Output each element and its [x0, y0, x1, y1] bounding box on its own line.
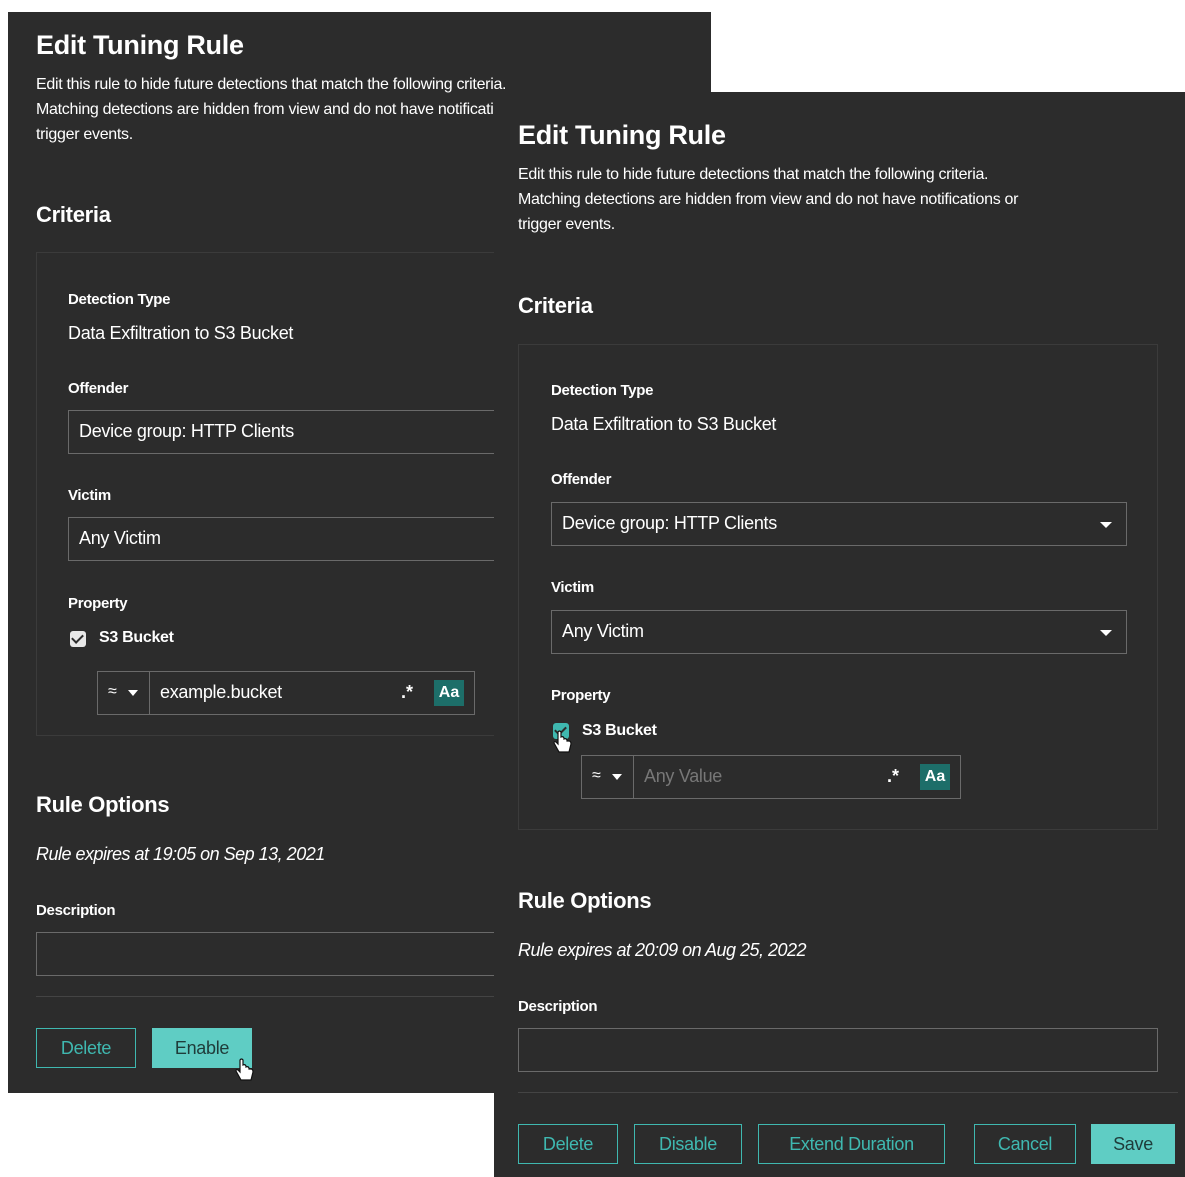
offender-label: Offender [68, 380, 129, 397]
dialog-title: Edit Tuning Rule [518, 120, 726, 150]
dialog-title: Edit Tuning Rule [36, 30, 244, 60]
description-line: Edit this rule to hide future detections… [518, 166, 989, 183]
detection-type-value: Data Exfiltration to S3 Bucket [68, 323, 294, 343]
s3-bucket-checkbox[interactable] [70, 631, 86, 647]
victim-select-value: Any Victim [79, 528, 161, 548]
detection-type-label: Detection Type [551, 382, 654, 399]
operator-dropdown[interactable]: ≈ [98, 672, 150, 714]
chevron-down-icon [1100, 630, 1112, 636]
extend-duration-button[interactable]: Extend Duration [758, 1124, 945, 1164]
delete-button[interactable]: Delete [36, 1028, 136, 1068]
offender-select-value: Device group: HTTP Clients [562, 513, 777, 533]
disable-button[interactable]: Disable [634, 1124, 742, 1164]
detection-type-label: Detection Type [68, 291, 171, 308]
description-line: trigger events. [518, 216, 615, 233]
delete-button[interactable]: Delete [518, 1124, 618, 1164]
victim-select-value: Any Victim [562, 621, 644, 641]
description-label: Description [518, 998, 598, 1015]
rule-options-heading: Rule Options [518, 888, 652, 913]
property-label: Property [551, 687, 611, 704]
operator-symbol: ≈ [108, 683, 117, 700]
check-icon [71, 631, 84, 644]
chevron-down-icon [1100, 522, 1112, 528]
description-input[interactable] [518, 1028, 1158, 1072]
rule-expiration-text: Rule expires at 20:09 on Aug 25, 2022 [518, 940, 807, 960]
cancel-button[interactable]: Cancel [974, 1124, 1076, 1164]
victim-select[interactable]: Any Victim [551, 610, 1127, 654]
chevron-down-icon [612, 774, 622, 780]
criteria-box: Detection Type Data Exfiltration to S3 B… [518, 344, 1158, 830]
property-value-input[interactable]: example.bucket [160, 682, 282, 703]
offender-select-value: Device group: HTTP Clients [79, 421, 294, 441]
description-line: Matching detections are hidden from view… [518, 191, 1019, 208]
rule-options-heading: Rule Options [36, 792, 170, 817]
property-value-input[interactable]: Any Value [644, 766, 722, 787]
offender-select[interactable]: Device group: HTTP Clients [551, 502, 1127, 546]
save-button[interactable]: Save [1091, 1124, 1175, 1164]
property-matcher: ≈ example.bucket .* Aa [97, 671, 475, 715]
chevron-down-icon [128, 690, 138, 696]
dialog-description: Edit this rule to hide future detections… [518, 162, 1185, 237]
property-matcher: ≈ Any Value .* Aa [581, 755, 961, 799]
operator-dropdown[interactable]: ≈ [582, 756, 634, 798]
operator-symbol: ≈ [592, 767, 601, 784]
criteria-heading: Criteria [518, 293, 593, 318]
footer-divider [518, 1092, 1178, 1093]
hand-cursor-icon [553, 730, 572, 753]
criteria-heading: Criteria [36, 202, 111, 227]
case-sensitive-toggle[interactable]: Aa [434, 680, 464, 706]
hand-cursor-icon [235, 1058, 254, 1081]
property-name: S3 Bucket [582, 722, 657, 739]
regex-toggle[interactable]: .* [887, 766, 899, 787]
victim-label: Victim [68, 487, 111, 504]
detection-type-value: Data Exfiltration to S3 Bucket [551, 414, 777, 434]
property-label: Property [68, 595, 128, 612]
rule-expiration-text: Rule expires at 19:05 on Sep 13, 2021 [36, 844, 325, 864]
description-label: Description [36, 902, 116, 919]
case-sensitive-toggle[interactable]: Aa [920, 764, 950, 790]
regex-toggle[interactable]: .* [401, 682, 413, 703]
property-name: S3 Bucket [99, 629, 174, 646]
victim-label: Victim [551, 579, 594, 596]
offender-label: Offender [551, 471, 612, 488]
edit-tuning-rule-dialog-front: Edit Tuning Rule Edit this rule to hide … [494, 92, 1185, 1177]
